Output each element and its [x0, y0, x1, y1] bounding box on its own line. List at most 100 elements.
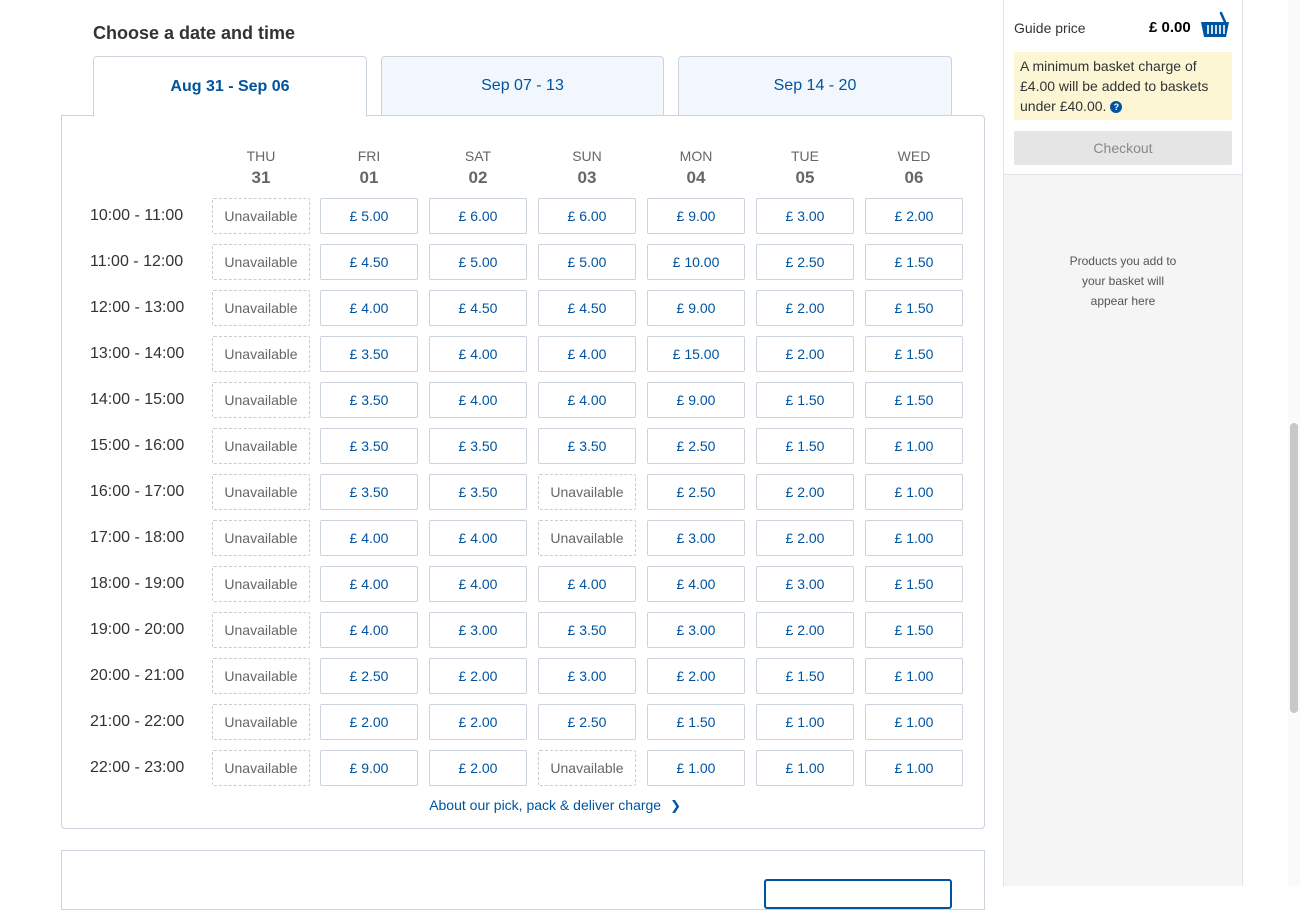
slot-price-button[interactable]: £ 3.00: [756, 198, 854, 234]
slot-price-button[interactable]: £ 1.00: [865, 474, 963, 510]
tab-week-2[interactable]: Sep 07 - 13: [381, 56, 664, 116]
slot-price-button[interactable]: £ 4.00: [320, 612, 418, 648]
slot-price-button[interactable]: £ 4.00: [538, 382, 636, 418]
slot-price-button[interactable]: £ 1.50: [865, 336, 963, 372]
slot-price-button[interactable]: £ 3.00: [429, 612, 527, 648]
basket-icon[interactable]: [1199, 11, 1231, 39]
slot-price-button[interactable]: £ 2.50: [538, 704, 636, 740]
day-name: MON: [679, 148, 713, 164]
slot-price-button[interactable]: £ 4.00: [538, 566, 636, 602]
slot-price-button[interactable]: £ 1.50: [647, 704, 745, 740]
slot-price-button[interactable]: £ 1.00: [865, 428, 963, 464]
slot-price-button[interactable]: £ 5.00: [320, 198, 418, 234]
day-header: TUE 05: [756, 148, 854, 188]
slot-price-button[interactable]: £ 2.00: [429, 704, 527, 740]
slot-price-button[interactable]: £ 1.50: [865, 382, 963, 418]
slot-price-button[interactable]: £ 2.00: [756, 520, 854, 556]
slot-price-button[interactable]: £ 3.50: [538, 612, 636, 648]
slot-unavailable: Unavailable: [212, 520, 310, 556]
slot-price-button[interactable]: £ 3.00: [538, 658, 636, 694]
tab-week-3[interactable]: Sep 14 - 20: [678, 56, 952, 116]
slot-price-button[interactable]: £ 2.00: [647, 658, 745, 694]
slot-price-button[interactable]: £ 9.00: [647, 382, 745, 418]
slot-price-button[interactable]: £ 4.00: [429, 566, 527, 602]
checkout-button[interactable]: Checkout: [1014, 131, 1232, 165]
slot-price-button[interactable]: £ 15.00: [647, 336, 745, 372]
slot-price-button[interactable]: £ 4.00: [538, 336, 636, 372]
slot-price-button[interactable]: £ 3.00: [647, 520, 745, 556]
slot-price-button[interactable]: £ 1.50: [756, 382, 854, 418]
day-name: THU: [246, 148, 276, 164]
slot-price-button[interactable]: £ 2.00: [429, 658, 527, 694]
slot-price-button[interactable]: £ 3.50: [429, 428, 527, 464]
slot-price-button[interactable]: £ 1.00: [865, 658, 963, 694]
slot-price-button[interactable]: £ 2.00: [429, 750, 527, 786]
day-number: 31: [251, 168, 271, 187]
slot-price-button[interactable]: £ 4.50: [429, 290, 527, 326]
slot-price-button[interactable]: £ 4.00: [320, 566, 418, 602]
slot-price-button[interactable]: £ 4.00: [320, 290, 418, 326]
slot-price-button[interactable]: £ 2.50: [756, 244, 854, 280]
slot-price-button[interactable]: £ 9.00: [647, 198, 745, 234]
slot-price-button[interactable]: £ 5.00: [538, 244, 636, 280]
day-header: WED 06: [865, 148, 963, 188]
slot-price-button[interactable]: £ 2.50: [647, 428, 745, 464]
slot-price-button[interactable]: £ 1.50: [865, 244, 963, 280]
slot-price-button[interactable]: £ 1.00: [756, 750, 854, 786]
slot-price-button[interactable]: £ 4.00: [429, 382, 527, 418]
slot-price-button[interactable]: £ 3.50: [538, 428, 636, 464]
slot-price-button[interactable]: £ 2.00: [865, 198, 963, 234]
slot-price-button[interactable]: £ 3.50: [320, 474, 418, 510]
slot-price-button[interactable]: £ 4.50: [320, 244, 418, 280]
day-header: THU 31: [212, 148, 310, 188]
slot-price-button[interactable]: £ 10.00: [647, 244, 745, 280]
slot-price-button[interactable]: £ 2.00: [756, 612, 854, 648]
about-charge-link[interactable]: About our pick, pack & deliver charge ❯: [429, 797, 681, 814]
slot-price-button[interactable]: £ 2.00: [320, 704, 418, 740]
slot-price-button[interactable]: £ 6.00: [429, 198, 527, 234]
slot-price-button[interactable]: £ 3.00: [647, 612, 745, 648]
slot-price-button[interactable]: £ 3.50: [320, 428, 418, 464]
day-name: WED: [897, 148, 931, 164]
slot-price-button[interactable]: £ 4.50: [538, 290, 636, 326]
slot-unavailable: Unavailable: [212, 474, 310, 510]
slot-price-button[interactable]: £ 5.00: [429, 244, 527, 280]
slot-price-button[interactable]: £ 1.50: [865, 612, 963, 648]
time-slot-label: 12:00 - 13:00: [90, 299, 185, 316]
time-slot-label: 15:00 - 16:00: [90, 437, 185, 454]
slot-price-button[interactable]: £ 4.00: [647, 566, 745, 602]
tab-week-1[interactable]: Aug 31 - Sep 06: [93, 56, 367, 117]
time-slot-label: 21:00 - 22:00: [90, 713, 185, 730]
slot-price-button[interactable]: £ 4.00: [429, 520, 527, 556]
slot-price-button[interactable]: £ 1.00: [756, 704, 854, 740]
slot-price-button[interactable]: £ 1.50: [756, 658, 854, 694]
slot-price-button[interactable]: £ 1.00: [865, 704, 963, 740]
slot-price-button[interactable]: £ 6.00: [538, 198, 636, 234]
slot-price-button[interactable]: £ 2.50: [320, 658, 418, 694]
slot-price-button[interactable]: £ 2.00: [756, 336, 854, 372]
slot-price-button[interactable]: £ 1.00: [647, 750, 745, 786]
slot-price-button[interactable]: £ 4.00: [320, 520, 418, 556]
slot-price-button[interactable]: £ 4.00: [429, 336, 527, 372]
slot-price-button[interactable]: £ 2.00: [756, 290, 854, 326]
slot-price-button[interactable]: £ 1.50: [756, 428, 854, 464]
slot-price-button[interactable]: £ 3.50: [320, 336, 418, 372]
slot-price-button[interactable]: £ 1.00: [865, 750, 963, 786]
slot-unavailable: Unavailable: [212, 704, 310, 740]
slot-price-button[interactable]: £ 1.50: [865, 290, 963, 326]
slot-price-button[interactable]: £ 9.00: [647, 290, 745, 326]
lower-card-button[interactable]: [764, 879, 952, 909]
page-scrollbar-thumb[interactable]: [1290, 423, 1298, 713]
slot-unavailable: Unavailable: [212, 198, 310, 234]
slot-price-button[interactable]: £ 1.00: [865, 520, 963, 556]
slot-price-button[interactable]: £ 3.50: [429, 474, 527, 510]
slot-price-button[interactable]: £ 2.50: [647, 474, 745, 510]
help-icon[interactable]: ?: [1110, 101, 1123, 113]
slot-price-button[interactable]: £ 1.50: [865, 566, 963, 602]
slot-price-button[interactable]: £ 3.50: [320, 382, 418, 418]
slot-price-button[interactable]: £ 9.00: [320, 750, 418, 786]
empty-basket-message: Products you add to your basket will app…: [1069, 254, 1177, 308]
day-number: 06: [904, 168, 924, 187]
slot-price-button[interactable]: £ 3.00: [756, 566, 854, 602]
slot-price-button[interactable]: £ 2.00: [756, 474, 854, 510]
